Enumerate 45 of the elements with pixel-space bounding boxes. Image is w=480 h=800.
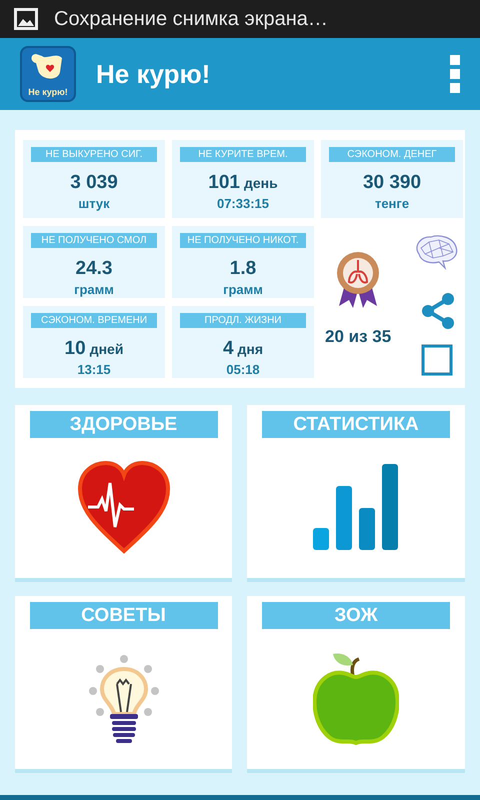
- stat-value: 10: [64, 338, 86, 360]
- menu-tile[interactable]: СТАТИСТИКА: [247, 405, 465, 582]
- stat-unit: грамм: [223, 281, 263, 299]
- stat-value: 3 039: [70, 172, 118, 194]
- stat-value: 30 390: [362, 172, 422, 194]
- tile-title: ЗДОРОВЬЕ: [30, 411, 218, 438]
- stat-time: 07:33:15: [216, 195, 270, 213]
- overflow-menu-icon[interactable]: [450, 55, 460, 93]
- menu-tile[interactable]: ЗДОРОВЬЕ: [15, 405, 232, 582]
- stat-label: НЕ ПОЛУЧЕНО НИКОТ.: [180, 233, 306, 248]
- tile-title: СТАТИСТИКА: [262, 411, 450, 438]
- stat-label: НЕ КУРИТЕ ВРЕМ.: [180, 147, 306, 162]
- stat-unit: день: [244, 174, 278, 193]
- stat-label: ПРОДЛ. ЖИЗНИ: [180, 313, 306, 328]
- medal-icon: [335, 250, 381, 310]
- share-icon[interactable]: [421, 292, 455, 330]
- menu-tile[interactable]: ЗОЖ: [247, 596, 465, 773]
- notification-text: Сохранение снимка экрана…: [54, 7, 328, 32]
- stat-unit: дней: [90, 340, 124, 359]
- menu-tile[interactable]: СОВЕТЫ: [15, 596, 232, 773]
- stat-time: 05:18: [226, 361, 260, 379]
- image-icon: [14, 8, 38, 30]
- checkbox[interactable]: [421, 344, 453, 376]
- stat-unit: дня: [238, 340, 264, 359]
- tile-title: ЗОЖ: [262, 602, 450, 629]
- stat-unit: грамм: [74, 281, 114, 299]
- app-logo: Не курю!: [20, 46, 76, 102]
- stat-label: НЕ ПОЛУЧЕНО СМОЛ: [31, 233, 157, 248]
- stat-label: СЭКОНОМ. ДЕНЕГ: [329, 147, 455, 162]
- tile-title: СОВЕТЫ: [30, 602, 218, 629]
- achievement-count: 20 из 35: [325, 326, 392, 348]
- stat-value: 1.8: [230, 258, 256, 280]
- stat-value: 101: [208, 172, 240, 194]
- app-title: Не курю!: [96, 58, 210, 90]
- light-bulb-icon[interactable]: [88, 654, 160, 744]
- stat-time: 13:15: [77, 361, 111, 379]
- heart-icon[interactable]: [78, 461, 170, 555]
- apple-icon[interactable]: [313, 653, 399, 745]
- stat-unit: тенге: [374, 195, 410, 213]
- stat-label: СЭКОНОМ. ВРЕМЕНИ: [31, 313, 157, 328]
- stat-unit: штук: [78, 195, 110, 213]
- bar-chart-icon[interactable]: [312, 464, 400, 552]
- stat-label: НЕ ВЫКУРЕНО СИГ.: [31, 147, 157, 162]
- stat-value: 24.3: [76, 258, 112, 280]
- stat-value: 4: [222, 338, 234, 360]
